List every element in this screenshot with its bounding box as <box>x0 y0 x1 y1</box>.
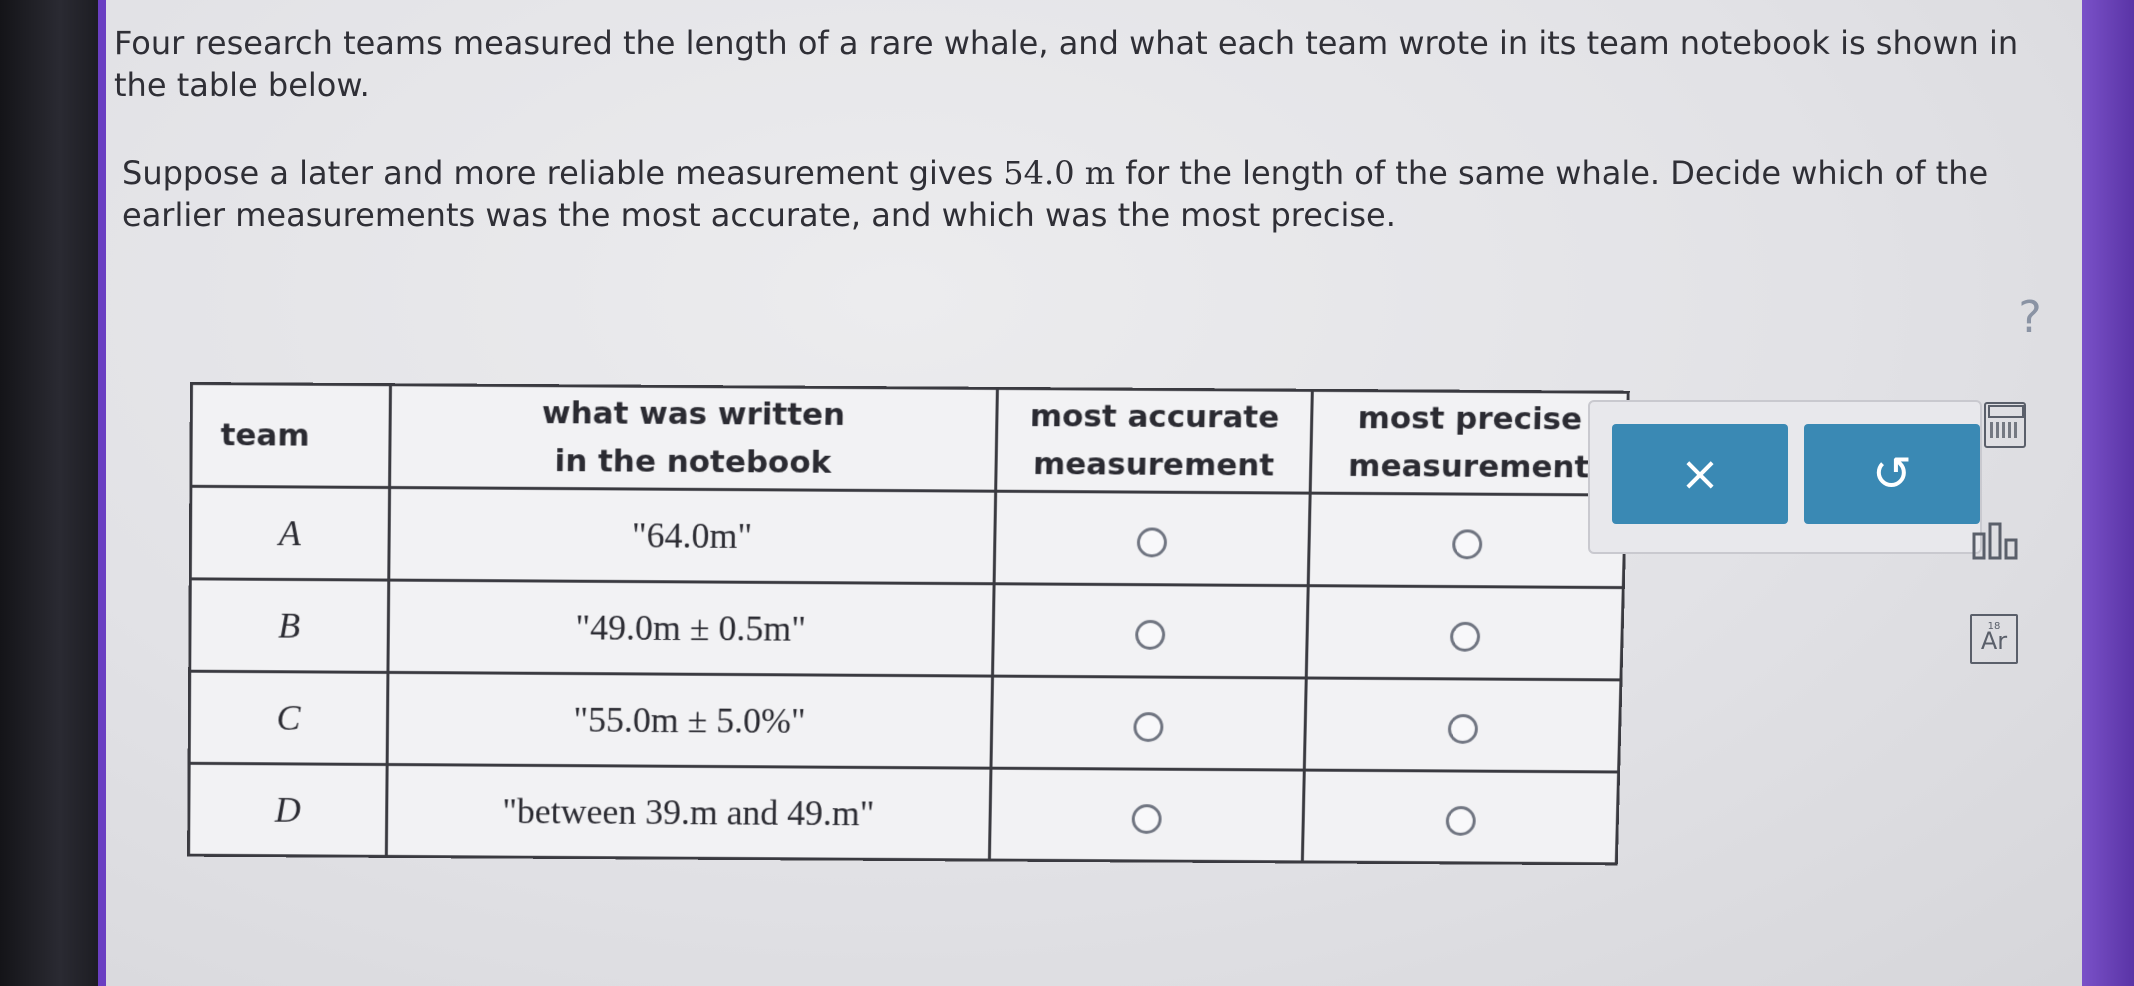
precise-cell <box>1303 770 1619 864</box>
most-accurate-radio-c[interactable] <box>1133 712 1163 742</box>
team-cell: B <box>190 579 389 673</box>
table-row: C "55.0m ± 5.0%" <box>189 671 1621 772</box>
accurate-cell <box>992 584 1308 678</box>
most-precise-radio-a[interactable] <box>1452 529 1483 559</box>
written-cell: "64.0m" <box>389 488 996 584</box>
header-precise-line1: most precise <box>1357 400 1582 437</box>
measurements-table: team what was written in the notebook mos… <box>187 382 1630 865</box>
team-cell: D <box>189 763 387 856</box>
most-accurate-radio-a[interactable] <box>1137 527 1168 557</box>
answer-action-panel: × ↺ <box>1588 400 1982 554</box>
precise-cell <box>1307 586 1624 680</box>
most-precise-radio-c[interactable] <box>1447 714 1478 744</box>
header-precise-line2: measurement <box>1348 448 1590 485</box>
accurate-cell <box>994 491 1311 585</box>
written-cell: "55.0m ± 5.0%" <box>387 672 992 768</box>
written-cell: "49.0m ± 0.5m" <box>388 580 994 676</box>
header-accurate-line1: most accurate <box>1030 398 1280 435</box>
most-precise-radio-d[interactable] <box>1445 806 1476 836</box>
team-cell: C <box>189 671 388 764</box>
calculator-icon[interactable] <box>1984 402 2026 448</box>
most-precise-radio-b[interactable] <box>1450 622 1481 652</box>
precise-cell <box>1305 678 1621 772</box>
table-row: A "64.0m" <box>190 486 1625 587</box>
accurate-cell <box>991 676 1307 770</box>
calculator-keys <box>1990 422 2018 438</box>
question-intro-text: Four research teams measured the length … <box>114 22 2074 106</box>
most-accurate-radio-d[interactable] <box>1132 804 1162 834</box>
header-written-line1: what was written <box>542 395 846 433</box>
bar-chart-icon-graphic <box>1970 520 2024 562</box>
written-cell: "between 39.m and 49.m" <box>386 765 991 861</box>
header-accurate-line2: measurement <box>1033 446 1275 483</box>
periodic-table-icon[interactable]: 18 Ar <box>1970 614 2018 664</box>
instructions-part1: Suppose a later and more reliable measur… <box>122 154 1003 192</box>
team-cell: A <box>190 486 389 580</box>
header-written: what was written in the notebook <box>389 385 997 491</box>
undo-button[interactable]: ↺ <box>1804 424 1980 524</box>
calculator-screen <box>1988 405 2024 418</box>
accurate-cell <box>989 768 1304 862</box>
table-header-row: team what was written in the notebook mos… <box>191 384 1628 496</box>
reference-length-value: 54.0 m <box>1003 154 1115 192</box>
table-row: B "49.0m ± 0.5m" <box>190 579 1624 680</box>
clear-button[interactable]: × <box>1612 424 1788 524</box>
header-most-accurate: most accurate measurement <box>996 388 1313 493</box>
table-row: D "between 39.m and 49.m" <box>189 763 1619 864</box>
header-team: team <box>191 384 390 488</box>
data-chart-icon[interactable] <box>1970 520 2024 562</box>
question-instructions-text: Suppose a later and more reliable measur… <box>122 152 2042 236</box>
most-accurate-radio-b[interactable] <box>1135 620 1165 650</box>
precise-cell <box>1309 493 1626 587</box>
window-right-edge <box>2080 0 2134 986</box>
help-icon[interactable]: ? <box>2008 292 2052 348</box>
periodic-atomic-number: 18 <box>1972 602 2016 652</box>
header-written-line2: in the notebook <box>554 443 831 481</box>
header-most-precise: most precise measurement <box>1311 390 1629 495</box>
